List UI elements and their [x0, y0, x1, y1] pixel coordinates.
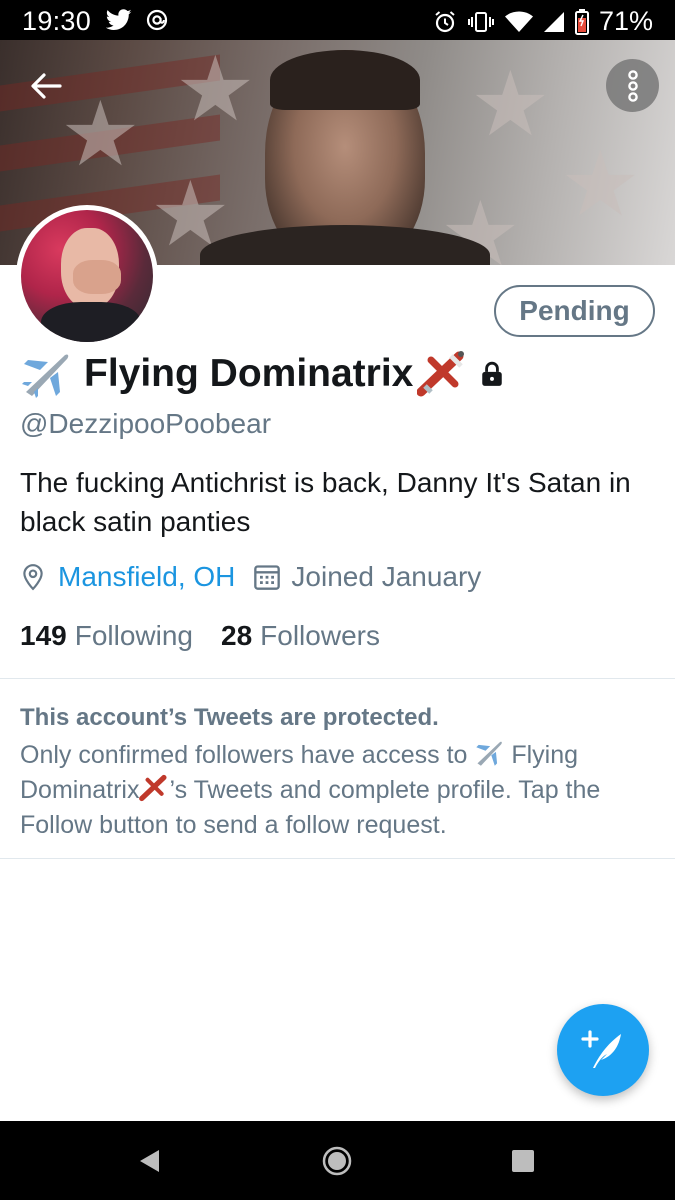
nav-recents-icon: [512, 1150, 534, 1172]
profile-joined: Joined January: [291, 561, 482, 592]
nav-back-button[interactable]: [131, 1143, 167, 1179]
nav-home-button[interactable]: [319, 1143, 355, 1179]
battery-percent: 71%: [598, 6, 653, 36]
small-airplane-icon: [139, 774, 168, 802]
battery-icon: [574, 8, 589, 35]
status-notification-icons: [106, 9, 168, 31]
followers-stat[interactable]: 28 Followers: [221, 620, 380, 652]
status-time: 19:30: [22, 6, 92, 36]
nav-back-icon: [140, 1150, 159, 1172]
status-bar: 19:30 71%: [0, 0, 675, 40]
twitter-bird-icon: [106, 9, 132, 30]
display-name-row: Flying Dominatrix: [20, 350, 505, 398]
more-options-button[interactable]: [606, 59, 659, 112]
protected-body-before: Only confirmed followers have access to: [20, 741, 468, 769]
protected-notice-title: This account’s Tweets are protected.: [20, 704, 439, 731]
location-pin-icon: [23, 564, 43, 591]
back-button[interactable]: [26, 68, 66, 104]
nav-recents-button[interactable]: [505, 1143, 541, 1179]
alarm-icon: [435, 10, 455, 32]
wifi-icon: [504, 11, 533, 32]
small-airplane-icon: [417, 351, 465, 397]
profile-meta: Mansfield, OH Joined January: [20, 561, 481, 593]
more-vertical-icon: [627, 69, 638, 102]
following-stat[interactable]: 149 Following: [20, 620, 193, 652]
profile-bio: The fucking Antichrist is back, Danny It…: [20, 467, 631, 537]
following-label: Following: [74, 620, 193, 651]
airplane-icon: [476, 741, 503, 766]
signal-icon: [543, 11, 564, 32]
airplane-icon: [22, 354, 69, 398]
nav-home-icon: [322, 1146, 352, 1176]
compose-tweet-button[interactable]: [557, 1004, 649, 1096]
profile-handle: @DezzipooPoobear: [20, 408, 272, 439]
at-sign-icon: [146, 9, 168, 31]
divider: [0, 858, 675, 859]
followers-label: Followers: [260, 620, 380, 651]
lock-icon: [482, 361, 503, 386]
back-arrow-icon: [31, 73, 62, 99]
compose-tweet-icon: [581, 1030, 621, 1068]
followers-count: 28: [221, 620, 253, 651]
vibrate-icon: [467, 11, 494, 32]
divider: [0, 678, 675, 679]
system-nav-bar: [0, 1121, 675, 1200]
profile-location[interactable]: Mansfield, OH: [58, 561, 235, 593]
protected-notice-body: Only confirmed followers have access to …: [20, 738, 660, 843]
display-name: Flying Dominatrix: [84, 352, 414, 395]
status-system-icons: 71%: [433, 6, 653, 37]
calendar-icon: [254, 565, 281, 590]
pending-follow-button[interactable]: Pending: [494, 285, 655, 337]
avatar[interactable]: [16, 205, 158, 347]
following-count: 149: [20, 620, 67, 651]
profile-stats: 149 Following 28 Followers: [20, 620, 380, 652]
